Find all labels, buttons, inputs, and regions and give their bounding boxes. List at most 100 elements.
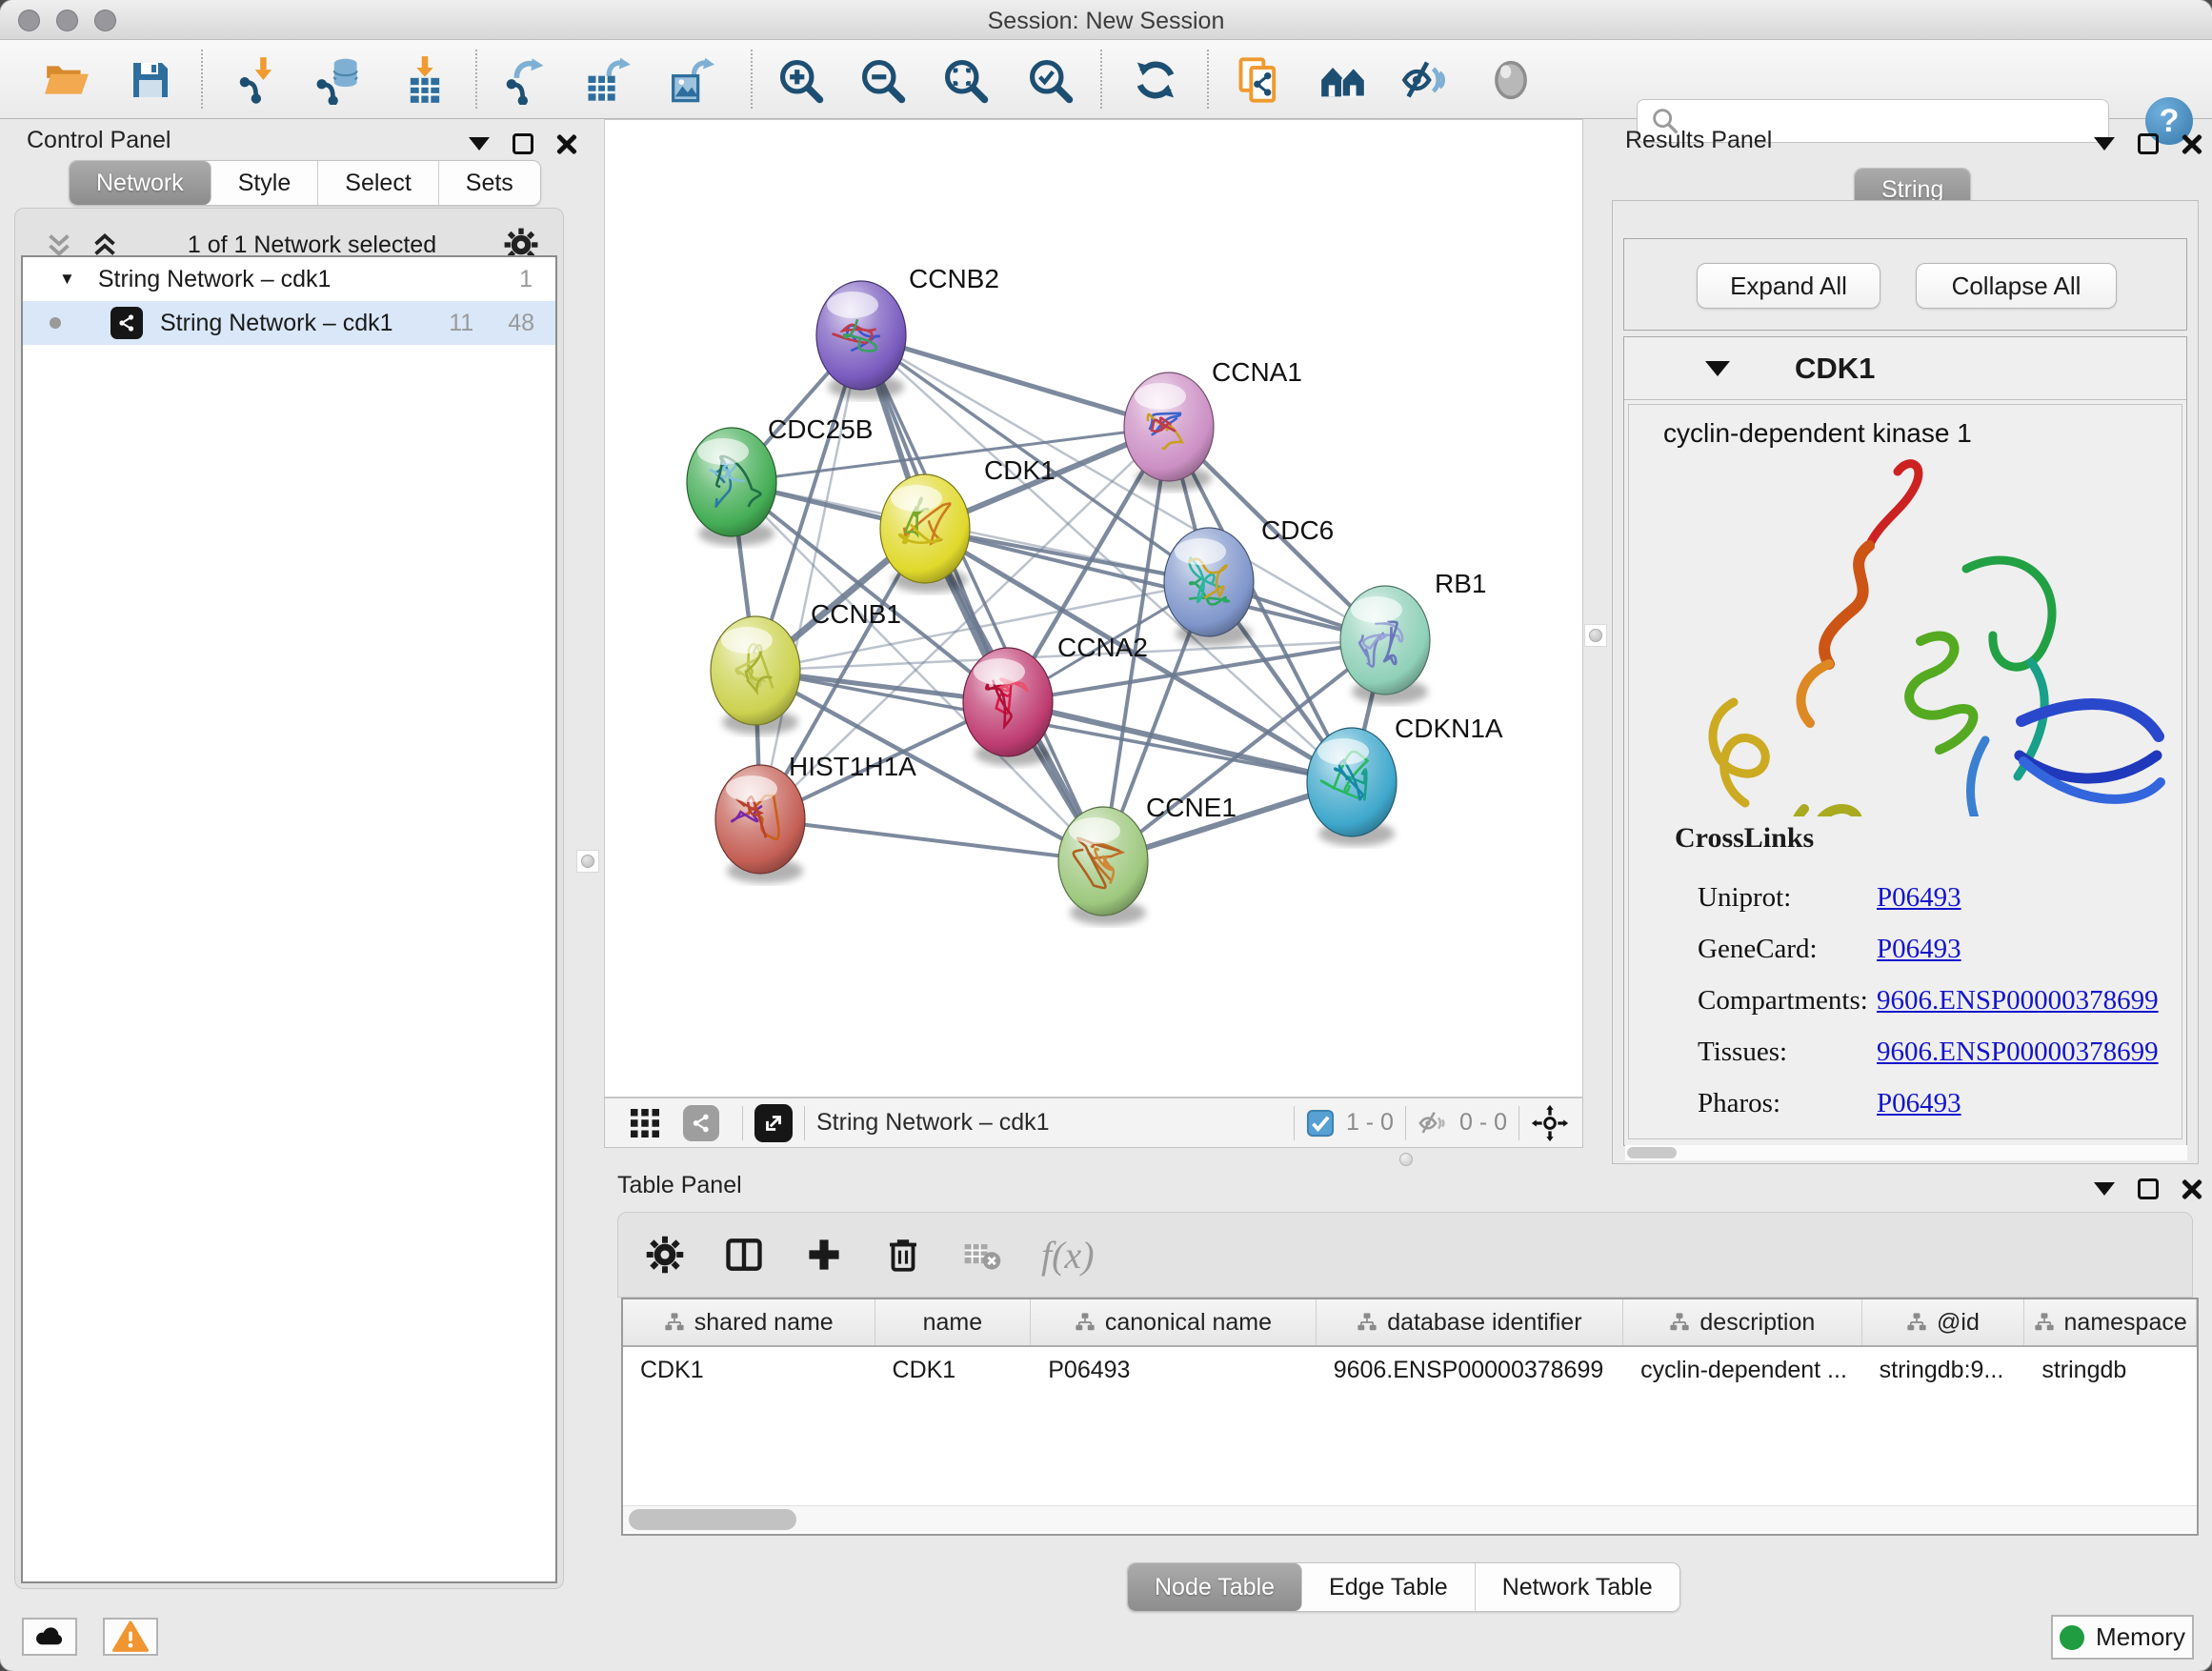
table-cell[interactable]: stringdb:9... <box>1862 1347 2025 1393</box>
grid-view-icon[interactable] <box>628 1106 662 1140</box>
network-collection-row[interactable]: ▼ String Network – cdk1 1 <box>23 257 555 301</box>
selected-checkbox-icon[interactable] <box>1306 1109 1335 1137</box>
collapse-panel-icon[interactable] <box>2094 137 2115 151</box>
tab-network-table[interactable]: Network Table <box>1476 1563 1679 1611</box>
zoom-out-button[interactable] <box>855 53 909 107</box>
add-column-icon[interactable] <box>803 1234 845 1276</box>
table-options-gear-icon[interactable] <box>645 1235 685 1275</box>
table-cell[interactable]: P06493 <box>1031 1347 1316 1393</box>
table-row[interactable]: CDK1CDK1P064939606.ENSP00000378699cyclin… <box>623 1347 2197 1393</box>
tab-edge-table[interactable]: Edge Table <box>1302 1563 1476 1611</box>
fit-content-crosshair-icon[interactable] <box>1531 1104 1569 1142</box>
column-header-shared-name[interactable]: shared name <box>623 1299 875 1345</box>
close-panel-icon[interactable] <box>2182 1178 2202 1199</box>
network-node-CCNE1[interactable]: CCNE1 <box>1058 793 1237 925</box>
network-node-CDC25B[interactable]: CDC25B <box>687 414 873 546</box>
table-cell[interactable]: CDK1 <box>623 1347 875 1393</box>
network-node-CDC6[interactable]: CDC6 <box>1164 515 1334 646</box>
import-database-button[interactable] <box>311 53 364 107</box>
show-panels-button[interactable] <box>1484 53 1538 107</box>
table-cell[interactable]: cyclin-dependent ... <box>1623 1347 1862 1393</box>
show-columns-icon[interactable] <box>723 1234 765 1276</box>
network-node-CDKN1A[interactable]: CDKN1A <box>1307 714 1503 846</box>
cytoscape-window: Session: New Session <box>0 0 2212 1671</box>
cloud-status-button[interactable] <box>22 1618 77 1656</box>
tab-sets[interactable]: Sets <box>439 161 540 205</box>
column-header-name[interactable]: name <box>875 1299 1032 1345</box>
window-title: Session: New Session <box>0 8 2212 35</box>
collapse-panel-icon[interactable] <box>469 137 490 151</box>
crosslink-value-link[interactable]: P06493 <box>1877 882 1961 914</box>
tab-select[interactable]: Select <box>318 161 438 205</box>
column-header-namespace[interactable]: namespace <box>2024 1299 2197 1345</box>
memory-status-button[interactable]: Memory <box>2051 1615 2194 1660</box>
string-home-button[interactable] <box>1317 53 1371 107</box>
table-cell[interactable]: 9606.ENSP00000378699 <box>1317 1347 1623 1393</box>
float-panel-icon[interactable] <box>2138 1178 2159 1199</box>
zoom-selected-button[interactable] <box>1023 53 1076 107</box>
refresh-icon <box>1131 55 1180 105</box>
collapse-all-button[interactable]: Collapse All <box>1916 263 2117 309</box>
hidden-eye-slash-icon[interactable] <box>1418 1107 1450 1139</box>
network-edge[interactable] <box>760 335 861 819</box>
table-cell[interactable]: CDK1 <box>875 1347 1032 1393</box>
column-header-database-identifier[interactable]: database identifier <box>1317 1299 1623 1345</box>
close-panel-icon[interactable] <box>2182 133 2202 154</box>
export-network-button[interactable] <box>498 53 552 107</box>
network-collection-count: 1 <box>519 266 533 293</box>
column-header--id[interactable]: @id <box>1862 1299 2025 1345</box>
string-network-graph[interactable]: CCNB2CCNA1CDC25BCDK1CDC6RB1CCNB1CCNA2CDK… <box>605 120 1582 1097</box>
network-edge[interactable] <box>760 819 1103 861</box>
network-node-HIST1H1A[interactable]: HIST1H1A <box>715 752 916 883</box>
share-document-button[interactable] <box>1233 53 1286 107</box>
gene-section-header[interactable]: CDK1 <box>1624 337 2186 400</box>
save-session-button[interactable] <box>124 53 177 107</box>
crosslink-value-link[interactable]: P06493 <box>1877 1088 1961 1119</box>
crosslink-value-link[interactable]: 9606.ENSP00000378699 <box>1877 1037 2159 1068</box>
tab-network[interactable]: Network <box>70 161 211 205</box>
import-table-button[interactable] <box>398 53 452 107</box>
toolbar-separator <box>1207 50 1209 109</box>
tree-expand-arrow-icon[interactable]: ▼ <box>59 270 75 289</box>
expand-all-button[interactable]: Expand All <box>1697 263 1880 309</box>
zoom-in-button[interactable] <box>774 53 827 107</box>
export-table-button[interactable] <box>580 53 633 107</box>
import-network-button[interactable] <box>231 53 285 107</box>
close-panel-icon[interactable] <box>556 133 577 154</box>
refresh-view-button[interactable] <box>1129 53 1182 107</box>
export-network-icon <box>500 55 550 105</box>
scrollbar-thumb[interactable] <box>629 1509 796 1530</box>
table-cell[interactable]: stringdb <box>2024 1347 2197 1393</box>
float-panel-icon[interactable] <box>513 133 533 154</box>
network-node-RB1[interactable]: RB1 <box>1340 569 1486 704</box>
column-header-description[interactable]: description <box>1623 1299 1862 1345</box>
crosslink-value-link[interactable]: 9606.ENSP00000378699 <box>1877 985 2159 1017</box>
column-type-icon <box>664 1312 685 1333</box>
horizontal-splitter-grip[interactable] <box>1399 1153 1413 1166</box>
network-row-selected[interactable]: String Network – cdk1 11 48 <box>23 301 555 345</box>
collapse-panel-icon[interactable] <box>2094 1182 2115 1196</box>
hide-panels-button[interactable] <box>1399 53 1453 107</box>
crosslink-row: Compartments:9606.ENSP00000378699 <box>1698 975 2174 1026</box>
tab-node-table[interactable]: Node Table <box>1128 1563 1302 1611</box>
warnings-button[interactable] <box>103 1618 158 1656</box>
network-badge-gray-icon[interactable] <box>683 1105 719 1141</box>
crosslink-value-link[interactable]: P06493 <box>1877 934 1961 965</box>
column-header-canonical-name[interactable]: canonical name <box>1031 1299 1316 1345</box>
right-splitter-handle[interactable] <box>1584 624 1607 647</box>
open-view-icon[interactable] <box>754 1104 793 1142</box>
zoom-fit-button[interactable] <box>938 53 992 107</box>
float-panel-icon[interactable] <box>2138 133 2159 154</box>
results-panel-scrollbar[interactable] <box>1625 1145 2187 1160</box>
delete-column-trash-icon[interactable] <box>883 1235 923 1275</box>
network-canvas[interactable]: CCNB2CCNA1CDC25BCDK1CDC6RB1CCNB1CCNA2CDK… <box>604 119 1583 1097</box>
left-splitter-handle[interactable] <box>576 850 599 873</box>
section-expand-arrow-icon[interactable] <box>1705 361 1730 376</box>
tab-style[interactable]: Style <box>211 161 319 205</box>
zoom-out-icon <box>857 55 907 105</box>
export-image-button[interactable] <box>663 53 716 107</box>
open-session-button[interactable] <box>40 53 93 107</box>
table-horizontal-scrollbar[interactable] <box>623 1505 2197 1532</box>
network-edge[interactable] <box>861 335 1169 427</box>
network-node-CCNB1[interactable]: CCNB1 <box>711 599 901 735</box>
